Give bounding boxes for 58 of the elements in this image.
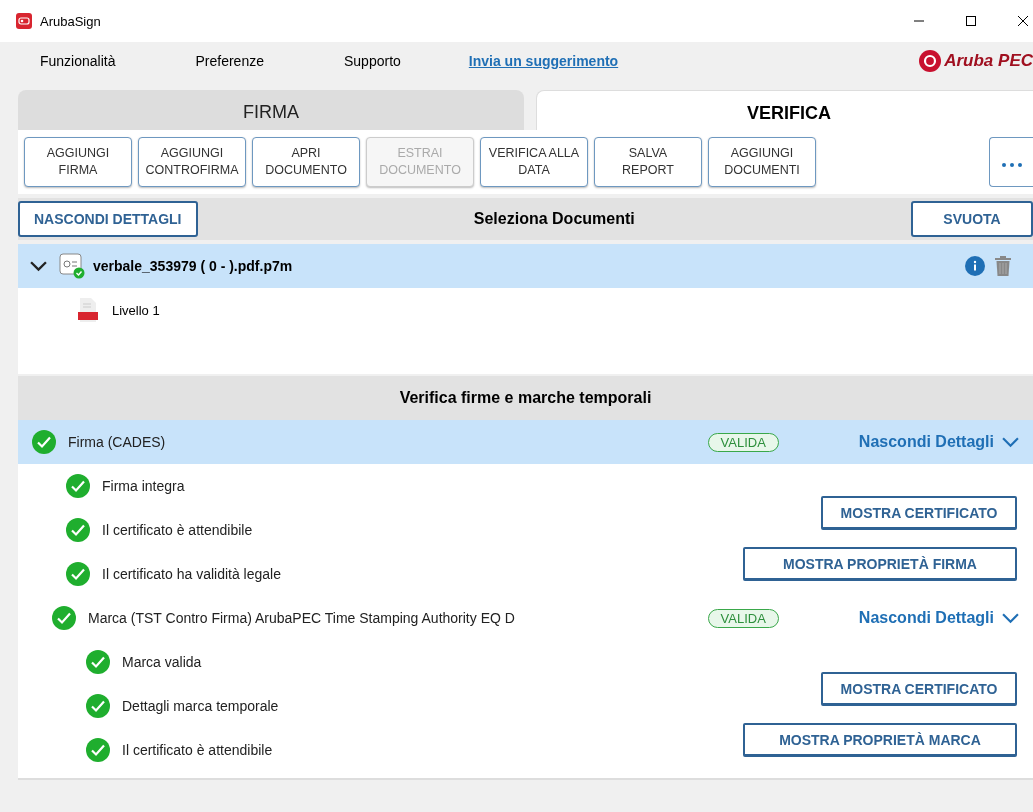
- verification-row[interactable]: Marca (TST Contro Firma) ArubaPEC Time Stamping Authority EQ D VALIDA Nascondi Dettagli: [18, 596, 1033, 640]
- section-title: Verifica firme e marche temporali: [399, 389, 652, 407]
- verification-row[interactable]: Firma (CADES) VALIDA Nascondi Dettagli: [18, 420, 1033, 464]
- status-badge: VALIDA: [707, 608, 779, 628]
- clear-button[interactable]: SVUOTA: [911, 201, 1033, 237]
- logo-icon: [918, 49, 943, 73]
- menu-item[interactable]: Funzionalità: [40, 53, 152, 69]
- check-icon: [66, 562, 90, 586]
- toolbar-button[interactable]: APRI DOCUMENTO: [252, 137, 360, 187]
- toolbar-button[interactable]: AGGIUNGI CONTROFIRMA: [138, 137, 246, 187]
- logo-text: Aruba PEC: [944, 51, 1033, 71]
- verification-label: Marca (TST Contro Firma) ArubaPEC Time Stamping Authority EQ D: [88, 610, 515, 626]
- tab[interactable]: VERIFICA: [536, 90, 1033, 130]
- action-button[interactable]: MOSTRA PROPRIETÀ FIRMA: [743, 547, 1017, 581]
- check-icon: [66, 518, 90, 542]
- menu-item[interactable]: Supporto: [344, 53, 437, 69]
- hide-details-button[interactable]: NASCONDI DETTAGLI: [18, 201, 198, 237]
- check-icon: [86, 650, 110, 674]
- action-button[interactable]: MOSTRA CERTIFICATO: [821, 672, 1017, 706]
- action-button[interactable]: MOSTRA CERTIFICATO: [821, 496, 1017, 530]
- toolbar-button[interactable]: VERIFICA ALLA DATA: [480, 137, 588, 187]
- details-toggle[interactable]: Nascondi Dettagli: [858, 433, 1019, 451]
- check-label: Il certificato è attendibile: [122, 742, 274, 758]
- check-icon: [86, 694, 110, 718]
- more-icon: [1000, 162, 1023, 167]
- menu-item[interactable]: Preferenze: [195, 53, 300, 69]
- file-name: verbale_353979 ( 0 - ).pdf.p7m: [93, 258, 293, 274]
- check-label: Marca valida: [122, 654, 203, 670]
- check-label: Il certificato è attendibile: [102, 522, 254, 538]
- check-icon: [86, 738, 110, 762]
- toolbar-button[interactable]: AGGIUNGI DOCUMENTI: [708, 137, 816, 187]
- window-title: ArubaSign: [40, 13, 101, 29]
- check-label: Il certificato ha validità legale: [102, 566, 282, 582]
- maximize-icon[interactable]: [965, 15, 977, 27]
- suggestion-link[interactable]: Invia un suggerimento: [468, 53, 619, 69]
- details-toggle[interactable]: Nascondi Dettagli: [858, 609, 1019, 627]
- check-label: Dettagli marca temporale: [122, 698, 280, 714]
- toolbar-button[interactable]: SALVA REPORT: [594, 137, 702, 187]
- close-icon[interactable]: [1017, 15, 1029, 27]
- check-icon: [66, 474, 90, 498]
- signed-file-icon: [59, 253, 85, 279]
- check-label: Firma integra: [102, 478, 186, 494]
- toolbar-button[interactable]: AGGIUNGI FIRMA: [24, 137, 132, 187]
- pdf-file-icon: [78, 298, 98, 322]
- info-icon[interactable]: [965, 256, 985, 276]
- action-button[interactable]: MOSTRA PROPRIETÀ MARCA: [743, 723, 1017, 757]
- app-icon: [16, 13, 32, 29]
- trash-icon[interactable]: [995, 256, 1011, 276]
- section-title: Seleziona Documenti: [473, 210, 635, 228]
- tab[interactable]: FIRMA: [18, 90, 524, 130]
- more-button[interactable]: [989, 137, 1033, 187]
- check-icon: [52, 606, 76, 630]
- status-badge: VALIDA: [707, 432, 779, 452]
- file-row[interactable]: verbale_353979 ( 0 - ).pdf.p7m: [18, 244, 1033, 288]
- verification-label: Firma (CADES): [68, 434, 166, 450]
- level-label[interactable]: Livello 1: [112, 302, 160, 318]
- chevron-icon[interactable]: [30, 260, 47, 272]
- check-icon: [32, 430, 56, 454]
